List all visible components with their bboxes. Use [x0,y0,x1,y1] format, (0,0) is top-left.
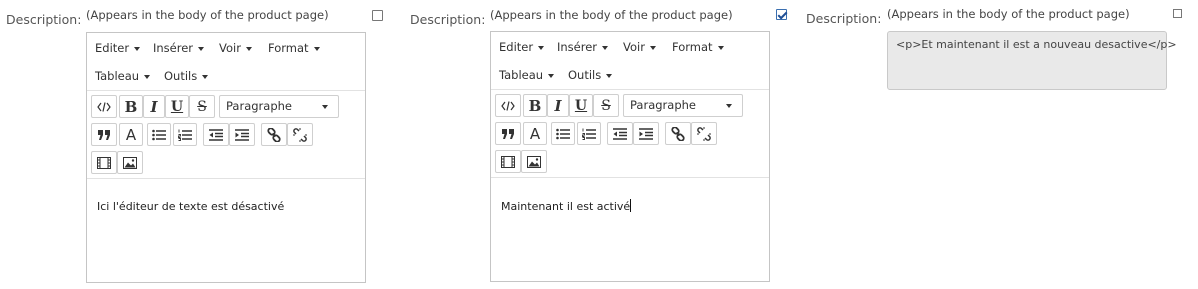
menu-label: Format [268,41,309,55]
menu-editer[interactable]: Editer [95,41,141,55]
image-icon[interactable] [117,151,143,174]
menu-inserer[interactable]: Insérer [557,40,609,54]
bullet-list-icon[interactable] [551,122,575,145]
menu-label: Tableau [499,68,544,82]
bold-icon[interactable]: B [119,95,143,118]
description-textarea-disabled: <p>Et maintenant il est a nouveau desact… [887,31,1177,90]
menu-label: Format [672,40,713,54]
strikethrough-icon[interactable]: S [593,94,619,117]
bold-glyph: B [528,96,542,115]
menu-format[interactable]: Format [672,40,724,54]
menu-editer[interactable]: Editer [499,40,545,54]
underline-glyph: U [170,98,184,115]
menu-label: Voir [623,40,645,54]
block-format-select[interactable]: Paragraphe [623,94,743,117]
bullet-list-icon[interactable] [147,123,171,146]
link-icon[interactable] [665,122,691,145]
italic-glyph: I [554,96,562,115]
text-color-icon[interactable]: A [523,122,547,145]
format-value: Paragraphe [630,98,696,112]
block-format-select[interactable]: Paragraphe [219,95,339,118]
text-color-icon[interactable]: A [119,123,143,146]
description-hint: (Appears in the body of the product page… [490,8,733,22]
menu-outils[interactable]: Outils [568,68,613,82]
unlink-icon[interactable] [691,122,717,145]
outdent-icon[interactable] [203,123,229,146]
editor-content[interactable]: Ici l'éditeur de texte est désactivé [87,200,365,213]
text-color-glyph: A [529,124,541,143]
strikethrough-icon[interactable]: S [189,95,215,118]
text-cursor [630,199,632,212]
editor-menubar: Editer Insérer Voir Format Tableau Outil… [491,32,769,90]
numbered-list-icon[interactable] [577,122,601,145]
menu-outils[interactable]: Outils [164,69,209,83]
editor-toolbar: B I U S Paragraphe A [87,91,365,179]
text-color-glyph: A [125,125,137,144]
wysiwyg-toggle-checkbox[interactable] [372,10,383,21]
strikethrough-glyph: S [197,98,207,115]
format-value: Paragraphe [226,99,292,113]
source-code-icon[interactable] [91,95,117,118]
menu-label: Voir [219,41,241,55]
textarea-text: <p>Et maintenant il est a nouveau desact… [896,38,1177,51]
indent-icon[interactable] [633,122,659,145]
outdent-icon[interactable] [607,122,633,145]
description-label: Description: [410,12,486,27]
editor-menubar: Editer Insérer Voir Format Tableau Outil… [87,33,365,91]
image-icon[interactable] [521,150,547,173]
underline-glyph: U [574,97,588,114]
italic-glyph: I [150,97,158,116]
strikethrough-glyph: S [601,97,611,114]
description-label: Description: [806,11,882,26]
link-icon[interactable] [261,123,287,146]
editor-text: Ici l'éditeur de texte est désactivé [97,200,285,213]
underline-icon[interactable]: U [165,95,189,118]
menu-voir[interactable]: Voir [623,40,656,54]
blockquote-icon[interactable] [495,122,521,145]
rich-text-editor: Editer Insérer Voir Format Tableau Outil… [86,32,366,283]
editor-text: Maintenant il est activé [501,200,631,213]
description-hint: (Appears in the body of the product page… [86,8,329,22]
editor-toolbar: B I U S Paragraphe A [491,90,769,178]
menu-label: Tableau [95,69,140,83]
rich-text-editor: Editer Insérer Voir Format Tableau Outil… [490,31,770,282]
description-label: Description: [6,12,82,27]
source-code-icon[interactable] [495,94,521,117]
editor-content[interactable]: Maintenant il est activé [491,199,769,213]
media-icon[interactable] [91,151,117,174]
menu-format[interactable]: Format [268,41,320,55]
menu-label: Editer [499,40,534,54]
italic-icon[interactable]: I [547,94,569,117]
media-icon[interactable] [495,150,521,173]
indent-icon[interactable] [229,123,255,146]
description-hint: (Appears in the body of the product page… [887,7,1130,21]
unlink-icon[interactable] [287,123,313,146]
menu-label: Insérer [153,41,194,55]
wysiwyg-toggle-checkbox[interactable] [776,9,787,20]
menu-label: Outils [568,68,602,82]
menu-voir[interactable]: Voir [219,41,252,55]
menu-label: Insérer [557,40,598,54]
menu-label: Editer [95,41,130,55]
bold-icon[interactable]: B [523,94,547,117]
wysiwyg-toggle-checkbox[interactable] [1172,8,1183,19]
blockquote-icon[interactable] [91,123,117,146]
bold-glyph: B [124,97,138,116]
menu-inserer[interactable]: Insérer [153,41,205,55]
underline-icon[interactable]: U [569,94,593,117]
numbered-list-icon[interactable] [173,123,197,146]
menu-tableau[interactable]: Tableau [95,69,151,83]
menu-tableau[interactable]: Tableau [499,68,555,82]
menu-label: Outils [164,69,198,83]
italic-icon[interactable]: I [143,95,165,118]
